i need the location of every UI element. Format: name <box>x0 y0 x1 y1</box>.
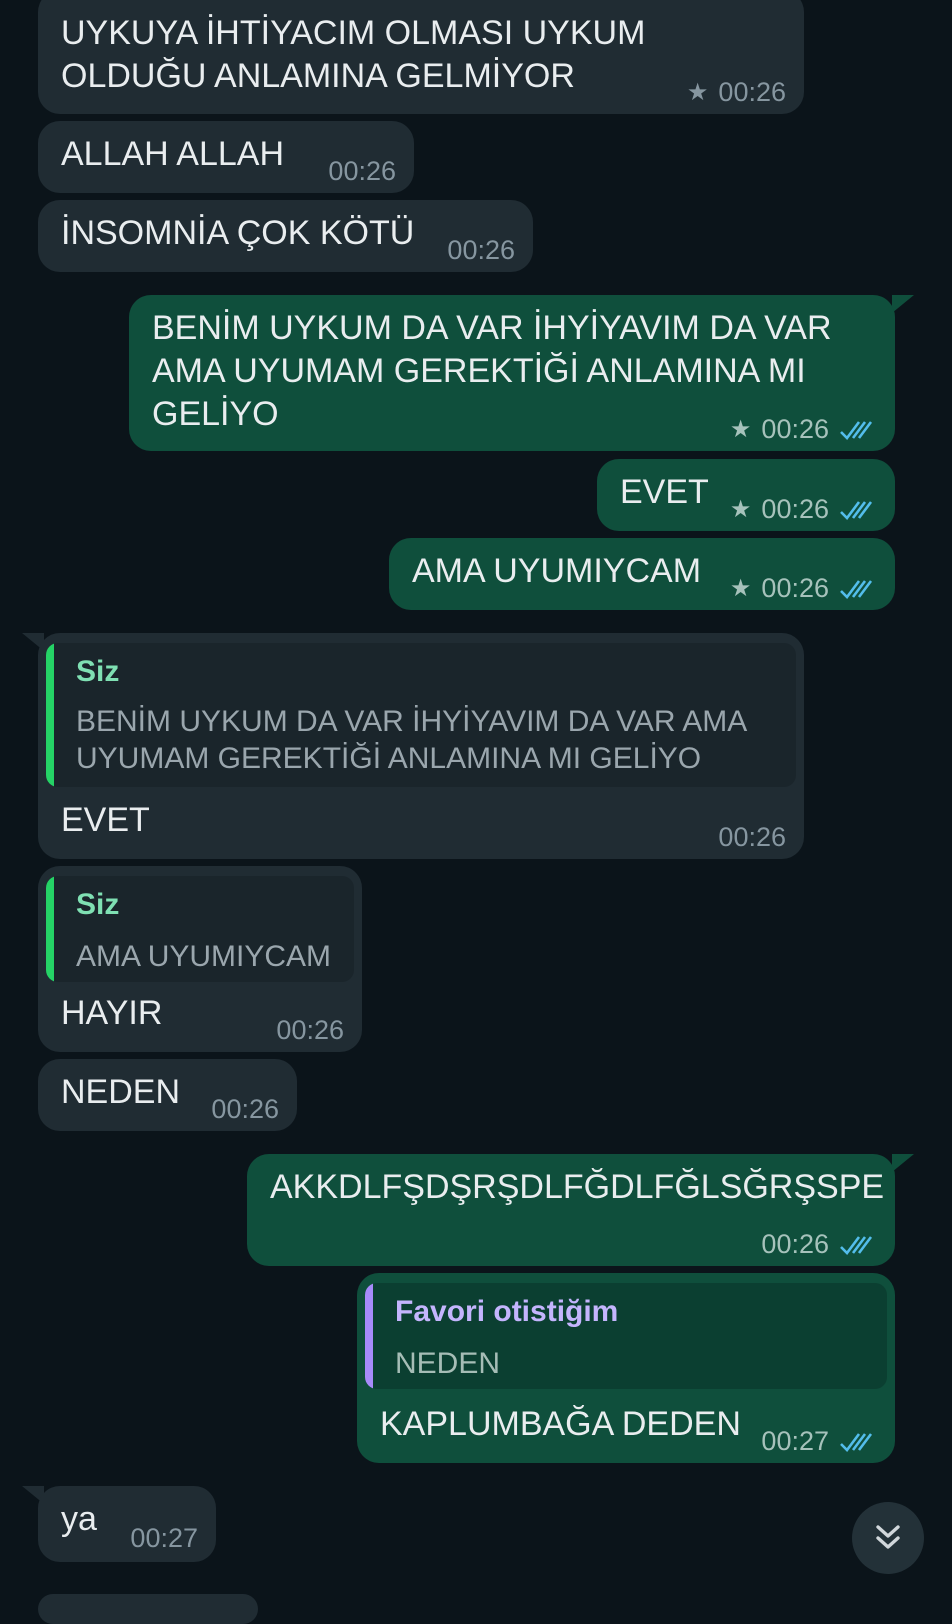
scroll-down-button[interactable] <box>852 1502 924 1574</box>
star-icon: ★ <box>729 415 752 443</box>
bubble-tail <box>892 295 914 313</box>
quote-author: Favori otistiğim <box>395 1295 619 1328</box>
message-text: UYKUYA İHTİYACIM OLMASI UYKUM OLDUĞU ANL… <box>61 14 646 95</box>
star-icon: ★ <box>729 495 752 523</box>
message-text: EVET <box>61 801 150 839</box>
reply-quote[interactable]: Siz AMA UYUMIYCAM <box>46 876 354 982</box>
message-time: 00:26 <box>718 77 786 107</box>
message-text: KAPLUMBAĞA DEDEN <box>380 1405 741 1443</box>
message-meta: ★ 00:26 <box>730 573 877 604</box>
message-meta: 00:27 <box>130 1523 198 1554</box>
message-bubble-incoming[interactable]: UYKUYA İHTİYACIM OLMASI UYKUM OLDUĞU ANL… <box>38 0 804 114</box>
double-check-icon <box>840 1432 873 1452</box>
message-time: 00:26 <box>761 494 829 524</box>
message-bubble-outgoing-reply[interactable]: Favori otistiğim NEDEN KAPLUMBAĞA DEDEN … <box>357 1273 895 1463</box>
double-check-icon <box>840 1235 873 1255</box>
message-bubble-outgoing[interactable]: EVET ★ 00:26 <box>597 459 895 531</box>
double-check-icon <box>840 500 873 520</box>
message-text: ya <box>61 1500 97 1538</box>
message-text: ALLAH ALLAH <box>61 135 285 173</box>
message-text: HAYIR <box>61 994 163 1032</box>
message-time: 00:26 <box>276 1015 344 1045</box>
message-meta: ★ 00:26 <box>730 414 877 445</box>
quote-bar <box>46 643 54 787</box>
message-meta: ★ 00:26 <box>687 77 786 108</box>
bubble-tail <box>892 1154 914 1172</box>
double-check-icon <box>840 420 873 440</box>
message-bubble-outgoing[interactable]: BENİM UYKUM DA VAR İHYİYAVIM DA VAR AMA … <box>129 295 895 451</box>
message-time: 00:26 <box>761 573 829 603</box>
message-bubble-incoming-reply[interactable]: Siz AMA UYUMIYCAM HAYIR 00:26 <box>38 866 362 1052</box>
message-bubble-incoming[interactable]: ALLAH ALLAH 00:26 <box>38 121 414 193</box>
message-time: 00:26 <box>761 414 829 444</box>
message-meta: 00:26 <box>718 822 786 853</box>
message-bubble-incoming-partial[interactable] <box>38 1594 258 1624</box>
message-bubble-outgoing[interactable]: AMA UYUMIYCAM ★ 00:26 <box>389 538 895 610</box>
message-bubble-incoming-reply[interactable]: Siz BENİM UYKUM DA VAR İHYİYAVIM DA VAR … <box>38 633 804 859</box>
message-time: 00:26 <box>761 1229 829 1259</box>
message-meta: 00:26 <box>328 156 396 187</box>
message-time: 00:27 <box>761 1426 829 1456</box>
star-icon: ★ <box>729 574 752 602</box>
message-bubble-incoming[interactable]: İNSOMNİA ÇOK KÖTÜ 00:26 <box>38 200 533 272</box>
message-meta: ★ 00:26 <box>730 494 877 525</box>
message-meta: 00:27 <box>761 1426 877 1457</box>
quote-author: Siz <box>76 655 120 688</box>
reply-quote[interactable]: Favori otistiğim NEDEN <box>365 1283 887 1389</box>
message-time: 00:27 <box>130 1523 198 1553</box>
message-time: 00:26 <box>447 235 515 265</box>
message-text: EVET <box>620 473 709 511</box>
message-time: 00:26 <box>211 1094 279 1124</box>
star-icon: ★ <box>686 78 709 106</box>
message-meta: 00:26 <box>761 1229 877 1260</box>
message-time: 00:26 <box>718 822 786 852</box>
message-text: AMA UYUMIYCAM <box>412 552 702 590</box>
quote-text: NEDEN <box>395 1347 501 1380</box>
quote-text: AMA UYUMIYCAM <box>76 940 332 973</box>
quote-text: BENİM UYKUM DA VAR İHYİYAVIM DA VAR AMA … <box>76 705 748 775</box>
quote-author: Siz <box>76 888 120 921</box>
reply-quote[interactable]: Siz BENİM UYKUM DA VAR İHYİYAVIM DA VAR … <box>46 643 796 787</box>
message-text: NEDEN <box>61 1073 181 1111</box>
message-bubble-incoming[interactable]: ya 00:27 <box>38 1486 216 1562</box>
message-text: İNSOMNİA ÇOK KÖTÜ <box>61 214 415 252</box>
quote-bar <box>46 876 54 982</box>
message-meta: 00:26 <box>276 1015 344 1046</box>
quote-bar <box>365 1283 373 1389</box>
message-text: AKKDLFŞDŞRŞDLFĞDLFĞLSĞRŞSPE <box>270 1168 885 1206</box>
double-check-icon <box>840 579 873 599</box>
scroll-down-icon <box>876 1525 900 1549</box>
message-meta: 00:26 <box>447 235 515 266</box>
message-time: 00:26 <box>328 156 396 186</box>
message-bubble-outgoing[interactable]: AKKDLFŞDŞRŞDLFĞDLFĞLSĞRŞSPE 00:26 <box>247 1154 895 1266</box>
message-bubble-incoming[interactable]: NEDEN 00:26 <box>38 1059 297 1131</box>
message-meta: 00:26 <box>211 1094 279 1125</box>
